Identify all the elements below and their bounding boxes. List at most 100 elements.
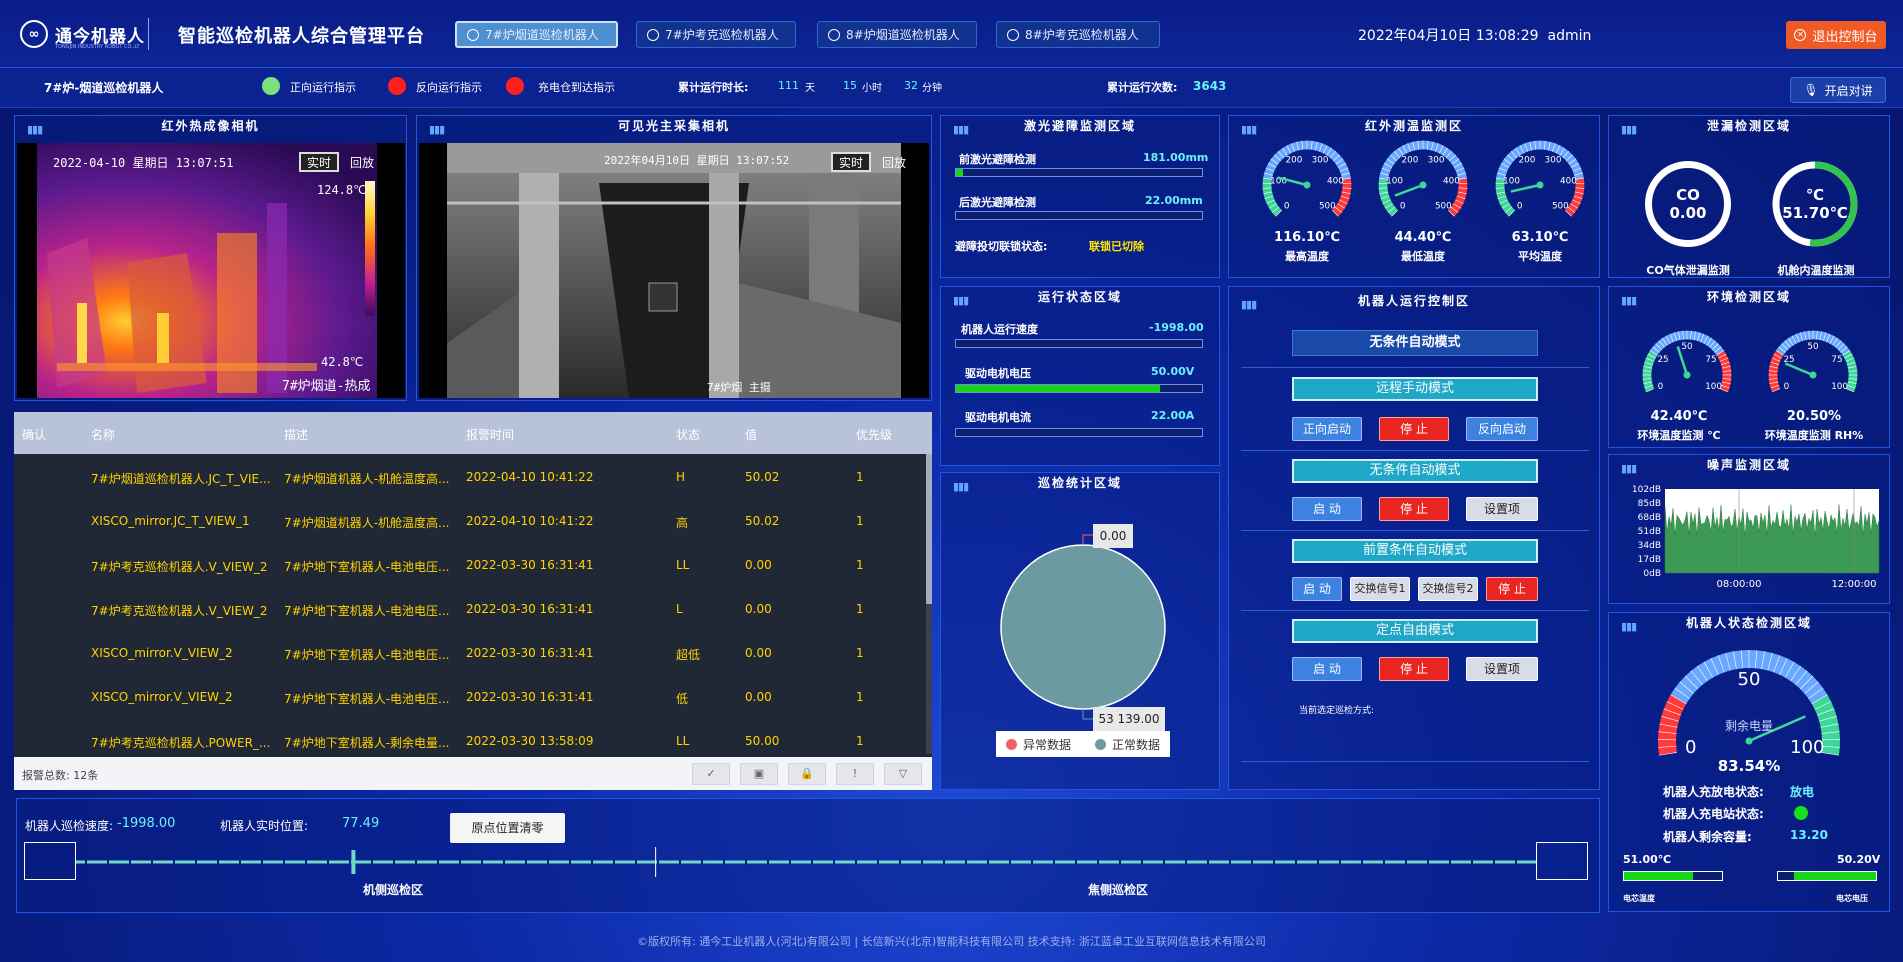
table-row[interactable]: 7#炉考克巡检机器人.V_VIEW_2 7#炉地下室机器人-电池电压... 2022…: [14, 544, 932, 588]
export-icon[interactable]: ▣: [740, 763, 778, 785]
speed-bar: [955, 339, 1203, 348]
env-temp-label: 环境温度监测 ℃: [1637, 429, 1721, 442]
env-humidity-value: 20.50%: [1786, 409, 1842, 424]
info-icon[interactable]: !: [836, 763, 874, 785]
legend-normal[interactable]: 正常数据: [1112, 736, 1160, 753]
table-cell: 2022-03-30 16:31:41: [466, 558, 594, 572]
stop-button[interactable]: 停 止: [1379, 657, 1449, 681]
stop-button[interactable]: 停 止: [1379, 497, 1449, 521]
noise-panel: ▮▮▮ 噪声监测区域 102dB 85dB 68dB 51dB 34dB 17dB 0dB 08…: [1608, 454, 1890, 604]
settings-button[interactable]: 设置项: [1466, 657, 1538, 681]
gauge-needle: [1784, 362, 1814, 377]
lock-icon[interactable]: 🔒: [788, 763, 826, 785]
gauge-tick-label: 500: [1552, 201, 1569, 211]
title-text: 运行状态区域: [1037, 290, 1122, 304]
unconditional-auto-mode[interactable]: 无条件自动模式: [1292, 459, 1538, 483]
settings-button[interactable]: 设置项: [1466, 497, 1538, 521]
visible-video[interactable]: 2022年04月10日 星期日 13:07:52 实时 回放 7#炉烟 主摄: [419, 143, 929, 398]
tab-label: 7#炉烟道巡检机器人: [485, 28, 599, 42]
col-confirm[interactable]: 确认: [22, 426, 46, 443]
front-laser-label: 前激光避障检测: [959, 153, 1036, 166]
gauge-tick-label: 200: [1402, 155, 1419, 165]
table-cell: 50.00: [745, 734, 780, 748]
logout-button[interactable]: ✕ 退出控制台: [1786, 21, 1886, 49]
min-temp-value: 44.40℃: [1394, 230, 1452, 245]
start-button[interactable]: 启 动: [1292, 657, 1362, 681]
bars-icon: ▮▮▮: [953, 123, 969, 136]
col-name[interactable]: 名称: [91, 426, 115, 443]
table-cell: XISCO_mirror.JC_T_VIEW_1: [91, 514, 250, 528]
table-cell: 0.00: [745, 602, 772, 616]
tab-8-flue-robot[interactable]: 8#炉烟道巡检机器人: [817, 21, 977, 48]
replay-button[interactable]: 回放: [877, 152, 911, 172]
filter-icon[interactable]: ▽: [884, 763, 922, 785]
gauge-tick-label: 100: [1386, 176, 1403, 186]
env-humidity-label: 环境温度监测 RH%: [1764, 429, 1864, 442]
reset-origin-button[interactable]: 原点位置清零: [450, 813, 565, 843]
live-button[interactable]: 实时: [299, 152, 339, 172]
col-status[interactable]: 状态: [676, 426, 700, 443]
table-row[interactable]: XISCO_mirror.JC_T_VIEW_1 7#炉烟道机器人-机舱温度高..…: [14, 500, 932, 544]
table-cell: 2022-04-10 10:41:22: [466, 470, 594, 484]
close-icon: ✕: [1794, 29, 1807, 41]
table-cell: 2022-03-30 16:31:41: [466, 646, 594, 660]
col-value[interactable]: 值: [745, 426, 757, 443]
gauge-tick-label: 0: [1517, 201, 1523, 211]
tab-8-coke-robot[interactable]: 8#炉考克巡检机器人: [996, 21, 1160, 48]
col-priority[interactable]: 优先级: [856, 426, 892, 443]
stop-button[interactable]: 停 止: [1486, 577, 1538, 601]
pie-slice-normal: [1000, 544, 1166, 710]
tab-7-coke-robot[interactable]: 7#炉考克巡检机器人: [636, 21, 796, 48]
exchange-signal-1-button[interactable]: 交换信号1: [1350, 577, 1410, 601]
table-cell: 2022-03-30 16:31:41: [466, 602, 594, 616]
stop-button[interactable]: 停 止: [1379, 417, 1449, 441]
rear-laser-value: 22.00mm: [1145, 194, 1203, 207]
table-row[interactable]: XISCO_mirror.V_VIEW_2 7#炉地下室机器人-电池电压... 20…: [14, 632, 932, 676]
tab-7-flue-robot[interactable]: 7#炉烟道巡检机器人: [455, 21, 618, 48]
start-button[interactable]: 启 动: [1292, 497, 1362, 521]
thermal-video[interactable]: 2022-04-10 星期日 13:07:51 实时 回放 124.8℃ 42.…: [17, 143, 405, 398]
table-cell: 7#炉地下室机器人-电池电压...: [284, 560, 450, 574]
start-button[interactable]: 启 动: [1292, 577, 1342, 601]
table-row[interactable]: 7#炉烟道巡检机器人.JC_T_VIE... 7#炉烟道机器人-机舱温度高... 2…: [14, 456, 932, 500]
table-cell: LL: [676, 558, 690, 572]
min-temp-label: 最低温度: [1401, 250, 1445, 263]
live-button[interactable]: 实时: [831, 152, 871, 172]
motor-current-label: 驱动电机电流: [965, 411, 1031, 424]
scrollbar-thumb[interactable]: [926, 454, 932, 604]
confirm-icon[interactable]: ✓: [692, 763, 730, 785]
alarm-table: 确认 名称 描述 报警时间 状态 值 优先级 7#炉烟道巡检机器人.JC_T_V…: [14, 412, 932, 790]
table-row[interactable]: 7#炉考克巡检机器人.V_VIEW_2 7#炉地下室机器人-电池电压... 2022…: [14, 588, 932, 632]
forward-indicator: [262, 77, 280, 95]
fixed-point-mode[interactable]: 定点自由模式: [1292, 619, 1538, 643]
track-speed-value: -1998.00: [117, 816, 176, 831]
panel-title: ▮▮▮ 激光避障监测区域: [941, 116, 1219, 136]
bar-fill: [956, 169, 964, 176]
gauge-tick-label: 75: [1705, 355, 1716, 365]
legend-abnormal[interactable]: 异常数据: [1023, 736, 1071, 753]
col-description[interactable]: 描述: [284, 426, 308, 443]
gauge-tick-label: 100: [1831, 382, 1848, 392]
reverse-start-button[interactable]: 反向启动: [1466, 417, 1538, 441]
precondition-auto-mode[interactable]: 前置条件自动模式: [1292, 539, 1538, 563]
table-row[interactable]: XISCO_mirror.V_VIEW_2 7#炉地下室机器人-电池电压... 20…: [14, 676, 932, 720]
table-cell: 7#炉考克巡检机器人.POWER_...: [91, 736, 271, 750]
col-alarm-time[interactable]: 报警时间: [466, 426, 514, 443]
remote-manual-mode[interactable]: 远程手动模式: [1292, 377, 1538, 401]
normal-data-label: 53 139.00: [1093, 707, 1165, 731]
charge-label: 充电仓到达指示: [538, 81, 615, 94]
table-cell: 超低: [676, 648, 701, 662]
position-value: 77.49: [342, 816, 380, 831]
noise-chart: 102dB 85dB 68dB 51dB 34dB 17dB 0dB 08:00:00 12:0…: [1632, 485, 1880, 590]
replay-button[interactable]: 回放: [345, 152, 379, 172]
forward-start-button[interactable]: 正向启动: [1292, 417, 1362, 441]
exchange-signal-2-button[interactable]: 交换信号2: [1418, 577, 1478, 601]
intercom-button[interactable]: 🎙 开启对讲: [1790, 77, 1886, 103]
bars-icon: ▮▮▮: [1241, 298, 1257, 311]
run-count: 3643: [1193, 79, 1227, 93]
table-cell: 0.00: [745, 690, 772, 704]
x-tick-label: 12:00:00: [1832, 579, 1877, 590]
gauge-tick-label: 100: [1790, 737, 1824, 758]
gauge-tick-label: 0: [1658, 382, 1664, 392]
table-cell: 7#炉烟道机器人-机舱温度高...: [284, 472, 450, 486]
